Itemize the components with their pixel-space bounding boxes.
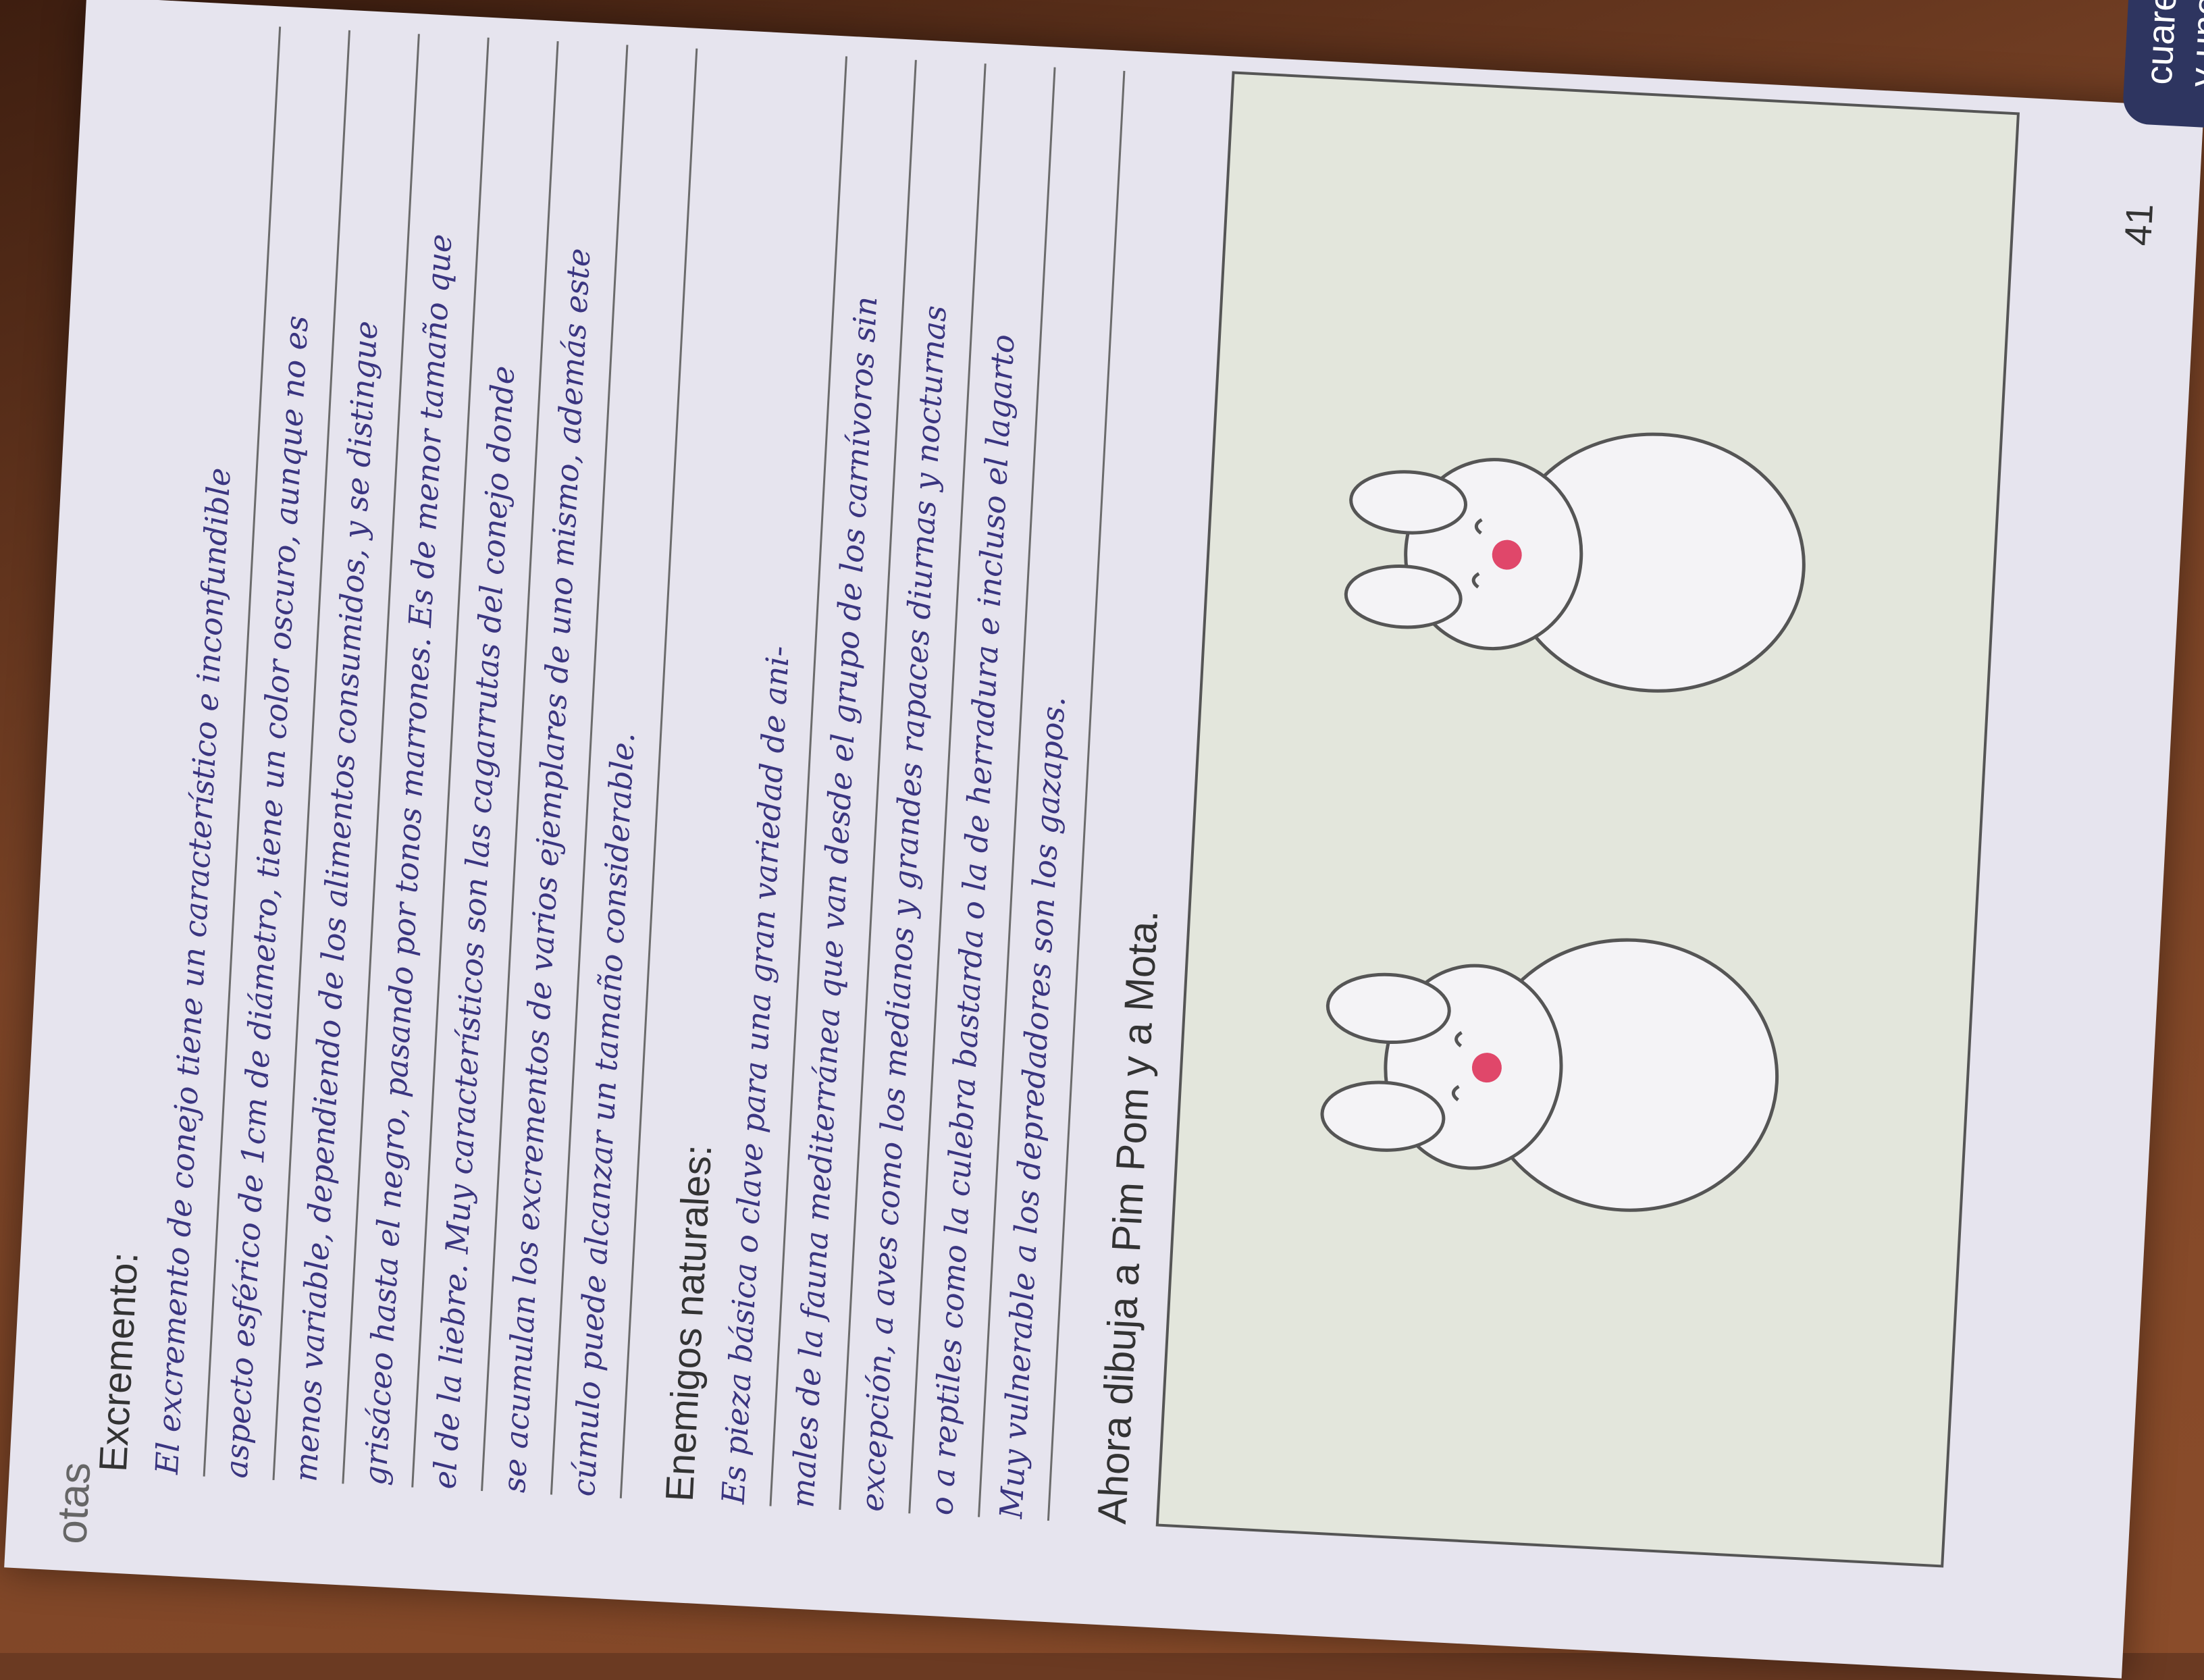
drawing-area[interactable] (1155, 71, 2020, 1568)
rabbit-drawing-pim-pom (1320, 872, 1804, 1273)
enemigos-section: Enemigos naturales: Es pieza básica o cl… (657, 51, 1126, 1521)
page-number-words-badge: cuarenta y uno (2122, 0, 2204, 130)
excremento-section: Excremento: El excremento de conejo tien… (90, 21, 698, 1498)
rabbit-drawing-mota (1344, 373, 1829, 747)
book-page: otas Excremento: El excremento de conejo… (4, 0, 2204, 1679)
margin-label: otas (47, 1461, 100, 1546)
page-number: 41 (2116, 203, 2161, 247)
drawing-instruction: Ahora dibuja a Pim Pom y a Mota. (1088, 909, 1167, 1525)
